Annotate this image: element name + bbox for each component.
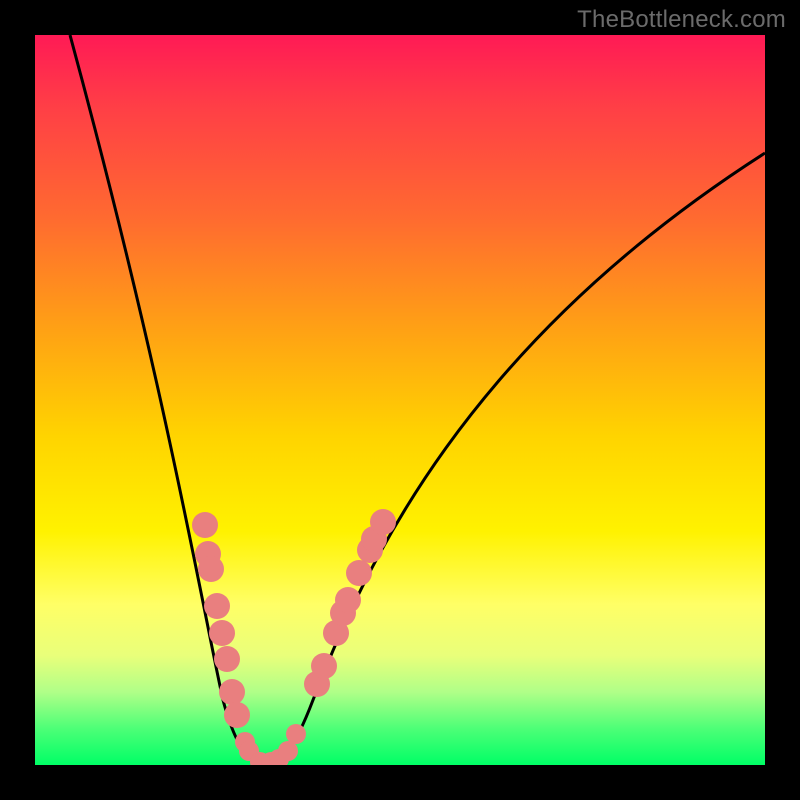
data-marker — [224, 702, 250, 728]
data-marker — [346, 560, 372, 586]
data-marker — [278, 741, 298, 761]
markers-group — [192, 509, 396, 765]
data-marker — [219, 679, 245, 705]
data-marker — [311, 653, 337, 679]
data-marker — [192, 512, 218, 538]
chart-stage: TheBottleneck.com — [0, 0, 800, 800]
data-marker — [198, 556, 224, 582]
data-marker — [370, 509, 396, 535]
watermark-text: TheBottleneck.com — [577, 6, 786, 34]
data-marker — [286, 724, 306, 744]
data-marker — [204, 593, 230, 619]
data-marker — [214, 646, 240, 672]
data-marker — [335, 587, 361, 613]
plot-svg — [35, 35, 765, 765]
plot-area — [35, 35, 765, 765]
main-curve — [70, 35, 765, 765]
data-marker — [209, 620, 235, 646]
